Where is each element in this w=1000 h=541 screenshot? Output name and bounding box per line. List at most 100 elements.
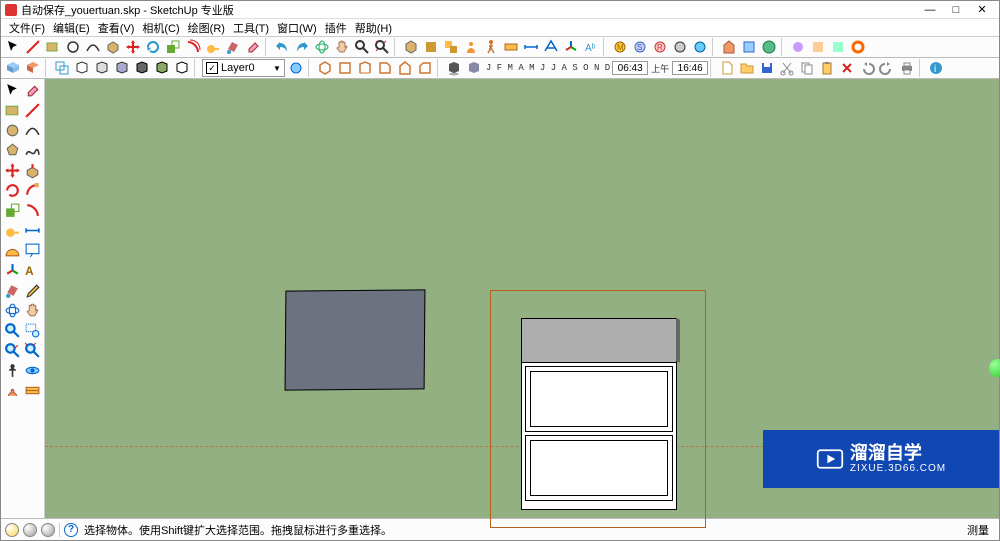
line-tool[interactable] bbox=[24, 38, 42, 56]
menu-file[interactable]: 文件(F) bbox=[5, 20, 49, 36]
zoom-tool-2[interactable] bbox=[3, 321, 22, 340]
layer-visible-checkbox[interactable]: ✓ bbox=[206, 62, 218, 74]
sandbox-icon[interactable] bbox=[4, 59, 22, 77]
menu-help[interactable]: 帮助(H) bbox=[351, 20, 396, 36]
style-hidden[interactable]: S bbox=[631, 38, 649, 56]
plugin-icon-1[interactable] bbox=[809, 38, 827, 56]
style-wireframe[interactable]: M bbox=[611, 38, 629, 56]
protractor-tool[interactable] bbox=[3, 241, 22, 260]
orbit-tool-2[interactable] bbox=[3, 301, 22, 320]
open-file-icon[interactable] bbox=[738, 59, 756, 77]
undo-button[interactable] bbox=[273, 38, 291, 56]
menu-draw[interactable]: 绘图(R) bbox=[184, 20, 229, 36]
eraser-tool-2[interactable] bbox=[23, 81, 42, 100]
scale-tool-2[interactable] bbox=[3, 201, 22, 220]
polygon-tool[interactable] bbox=[3, 141, 22, 160]
walk-tool-2[interactable] bbox=[3, 381, 22, 400]
3dtext-tool[interactable]: Aᵇ bbox=[582, 38, 600, 56]
zoom-extents-tool-2[interactable] bbox=[23, 341, 42, 360]
view-right-icon[interactable] bbox=[376, 59, 394, 77]
rotate-tool-2[interactable] bbox=[3, 181, 22, 200]
dropdown-icon[interactable]: ▼ bbox=[273, 64, 281, 73]
menu-plugins[interactable]: 插件 bbox=[321, 20, 351, 36]
delete-icon[interactable] bbox=[838, 59, 856, 77]
eraser-tool[interactable] bbox=[244, 38, 262, 56]
view-left-icon[interactable] bbox=[416, 59, 434, 77]
time-field-2[interactable]: 16:46 bbox=[672, 61, 708, 75]
extension-button[interactable] bbox=[740, 38, 758, 56]
freehand-tool[interactable] bbox=[23, 141, 42, 160]
rotate-tool[interactable] bbox=[144, 38, 162, 56]
offset-tool-2[interactable] bbox=[23, 201, 42, 220]
rect-tool-2[interactable] bbox=[3, 101, 22, 120]
group-button[interactable] bbox=[442, 38, 460, 56]
pushpull-tool[interactable] bbox=[104, 38, 122, 56]
orbit-tool[interactable] bbox=[313, 38, 331, 56]
info-icon[interactable]: i bbox=[927, 59, 945, 77]
axes-tool[interactable] bbox=[562, 38, 580, 56]
mono-icon[interactable] bbox=[173, 59, 191, 77]
tex-icon[interactable] bbox=[153, 59, 171, 77]
geo-button[interactable] bbox=[760, 38, 778, 56]
component-button[interactable] bbox=[422, 38, 440, 56]
side-handle[interactable] bbox=[989, 359, 1000, 377]
plugin-icon-2[interactable] bbox=[829, 38, 847, 56]
hidden-icon[interactable] bbox=[113, 59, 131, 77]
plugin-icon-3[interactable] bbox=[849, 38, 867, 56]
arc-tool[interactable] bbox=[84, 38, 102, 56]
paint-tool[interactable] bbox=[224, 38, 242, 56]
zoom-prev-tool[interactable] bbox=[3, 341, 22, 360]
backedges-icon[interactable] bbox=[73, 59, 91, 77]
sample-tool[interactable] bbox=[23, 281, 42, 300]
zoom-window-tool[interactable] bbox=[23, 321, 42, 340]
paste-icon[interactable] bbox=[818, 59, 836, 77]
layer-name-input[interactable] bbox=[221, 62, 271, 74]
menu-camera[interactable]: 相机(C) bbox=[138, 20, 183, 36]
layer-manager-icon[interactable] bbox=[287, 59, 305, 77]
maximize-button[interactable]: □ bbox=[943, 1, 969, 19]
tape-measure-tool[interactable] bbox=[3, 221, 22, 240]
view-iso-icon[interactable] bbox=[316, 59, 334, 77]
pan-tool-2[interactable] bbox=[23, 301, 42, 320]
shadows-icon[interactable] bbox=[445, 59, 463, 77]
arc-tool-2[interactable] bbox=[23, 121, 42, 140]
status-orb-2[interactable] bbox=[23, 523, 37, 537]
wire-icon[interactable] bbox=[93, 59, 111, 77]
dimension-tool[interactable] bbox=[522, 38, 540, 56]
time-field[interactable]: 06:43 bbox=[612, 61, 648, 75]
style-mono[interactable] bbox=[691, 38, 709, 56]
select-tool-2[interactable] bbox=[3, 81, 22, 100]
person-icon[interactable] bbox=[462, 38, 480, 56]
followme-tool[interactable] bbox=[23, 181, 42, 200]
line-tool-2[interactable] bbox=[23, 101, 42, 120]
viewport[interactable]: 溜溜自学 ZIXUE.3D66.COM bbox=[45, 79, 999, 518]
model-shape-rect[interactable] bbox=[285, 290, 425, 390]
select-tool[interactable] bbox=[4, 38, 22, 56]
status-orb-1[interactable] bbox=[5, 523, 19, 537]
undo-icon[interactable] bbox=[858, 59, 876, 77]
text-tool-2[interactable] bbox=[23, 241, 42, 260]
iso-view-button[interactable] bbox=[402, 38, 420, 56]
paint-tool-2[interactable] bbox=[3, 281, 22, 300]
tape-tool[interactable] bbox=[204, 38, 222, 56]
zoom-extents-tool[interactable] bbox=[373, 38, 391, 56]
print-icon[interactable] bbox=[898, 59, 916, 77]
scale-tool[interactable] bbox=[164, 38, 182, 56]
circle-tool[interactable] bbox=[64, 38, 82, 56]
walk-tool[interactable] bbox=[482, 38, 500, 56]
style-tex[interactable] bbox=[671, 38, 689, 56]
status-orb-3[interactable] bbox=[41, 523, 55, 537]
solid-union-icon[interactable] bbox=[24, 59, 42, 77]
redo-icon[interactable] bbox=[878, 59, 896, 77]
axes-tool-2[interactable] bbox=[3, 261, 22, 280]
rectangle-tool[interactable] bbox=[44, 38, 62, 56]
fredo-icon[interactable] bbox=[789, 38, 807, 56]
view-front-icon[interactable] bbox=[356, 59, 374, 77]
model-cabinet[interactable] bbox=[521, 318, 677, 510]
move-tool-2[interactable] bbox=[3, 161, 22, 180]
pan-tool[interactable] bbox=[333, 38, 351, 56]
move-tool[interactable] bbox=[124, 38, 142, 56]
view-top-icon[interactable] bbox=[336, 59, 354, 77]
section-tool[interactable] bbox=[502, 38, 520, 56]
close-button[interactable]: ✕ bbox=[969, 1, 995, 19]
